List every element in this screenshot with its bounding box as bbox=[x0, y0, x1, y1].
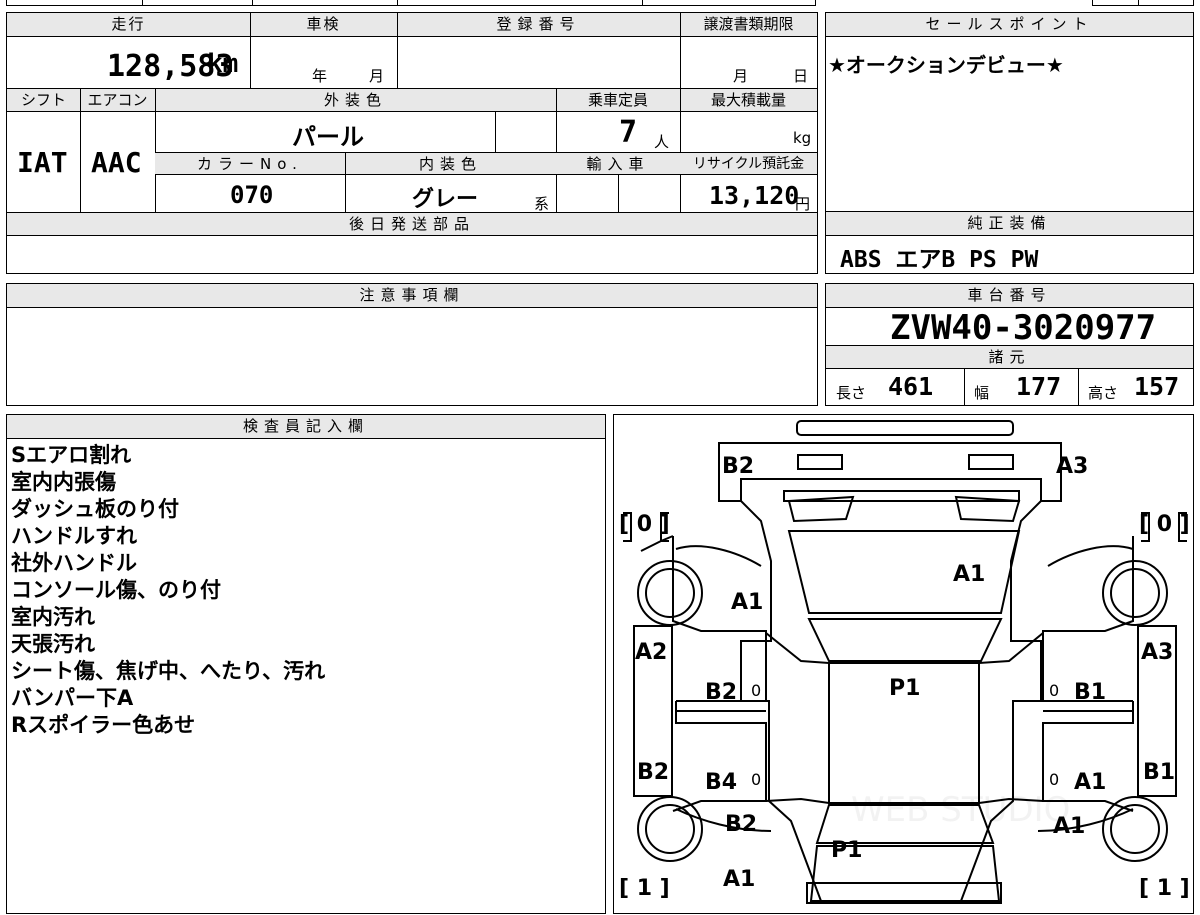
inspector-line: 社外ハンドル bbox=[11, 551, 137, 575]
tire-rear-left: [ 1 ] bbox=[619, 876, 670, 901]
height-label: 高さ bbox=[1088, 384, 1119, 402]
inspector-line: Sエアロ割れ bbox=[11, 443, 132, 467]
mark-roof: P1 bbox=[889, 676, 920, 701]
inspector-line: シート傷、焦げ中、へたり、汚れ bbox=[11, 659, 326, 683]
width-label: 幅 bbox=[974, 384, 990, 402]
caution-header: 注意事項欄 bbox=[7, 284, 817, 308]
mark-right-front-edge: A3 bbox=[1141, 640, 1173, 665]
mark-left-front-door: B2 bbox=[705, 680, 737, 705]
sales-point-header: セールスポイント bbox=[826, 13, 1193, 37]
recycle-header: リサイクル預託金 bbox=[680, 152, 817, 175]
later-parts-header: 後日発送部品 bbox=[7, 213, 817, 236]
length-value: 461 bbox=[888, 372, 934, 401]
chassis-box: 車台番号 ZVW40-3020977 諸元 長さ 461 幅 177 高さ 15… bbox=[825, 283, 1194, 406]
mark-trunk: P1 bbox=[831, 838, 862, 863]
mileage-unit: km bbox=[207, 49, 239, 79]
shift-header: シフト bbox=[7, 89, 80, 112]
max-load-unit: kg bbox=[793, 129, 812, 147]
inspector-line: ハンドルすれ bbox=[11, 524, 137, 548]
interior-color-suffix: 系 bbox=[534, 195, 550, 213]
car-diagram-box: [ 0 ] [ 0 ] [ 1 ] [ 1 ] B2 A3 A1 A1 A2 B… bbox=[613, 414, 1194, 914]
mark-right-rear-door: A1 bbox=[1074, 770, 1106, 795]
interior-color-value: グレー bbox=[412, 187, 479, 212]
inspector-line: バンパー下A bbox=[11, 686, 134, 710]
chassis-number: ZVW40-3020977 bbox=[890, 308, 1157, 348]
top-strip-right bbox=[1092, 0, 1194, 6]
registration-header: 登録番号 bbox=[397, 13, 680, 37]
sales-point-box: セールスポイント ★オークションデビュー★ bbox=[825, 12, 1194, 212]
mark-left-front-edge: A2 bbox=[635, 640, 667, 665]
top-strip bbox=[6, 0, 816, 6]
inspector-line: ダッシュ板のり付 bbox=[11, 497, 179, 521]
inspector-header: 検査員記入欄 bbox=[7, 415, 605, 439]
capacity-unit: 人 bbox=[654, 133, 670, 151]
capacity-value: 7 bbox=[619, 115, 638, 150]
max-load-header: 最大積載量 bbox=[680, 89, 817, 112]
tire-front-left: [ 0 ] bbox=[619, 512, 670, 537]
shift-value: IAT bbox=[17, 146, 68, 179]
inspector-box: 検査員記入欄 Sエアロ割れ 室内内張傷 ダッシュ板のり付 ハンドルすれ 社外ハン… bbox=[6, 414, 606, 914]
recycle-value: 13,120 bbox=[709, 181, 800, 210]
mark-right-front-door-zero: 0 bbox=[1049, 681, 1059, 700]
color-no-header: カラーNo. bbox=[155, 152, 345, 175]
mileage-header: 走行 bbox=[7, 13, 250, 37]
shaken-month-label: 月 bbox=[369, 67, 385, 85]
watermark: WEB STUDIO bbox=[851, 790, 1070, 830]
mark-front-bumper-right: A3 bbox=[1056, 454, 1088, 479]
chassis-header: 車台番号 bbox=[826, 284, 1193, 308]
mark-left-rear-bottom: A1 bbox=[723, 867, 755, 892]
mark-left-fender: A1 bbox=[731, 590, 763, 615]
inspector-line: コンソール傷、のり付 bbox=[11, 578, 221, 602]
inspector-lines: Sエアロ割れ 室内内張傷 ダッシュ板のり付 ハンドルすれ 社外ハンドル コンソー… bbox=[11, 442, 325, 739]
mark-left-rear-fender: B2 bbox=[725, 812, 757, 837]
ac-value: AAC bbox=[91, 146, 142, 179]
equipment-header: 純正装備 bbox=[826, 212, 1193, 236]
interior-color-header: 内装色 bbox=[345, 152, 556, 175]
shaken-header: 車検 bbox=[250, 13, 397, 37]
exterior-color-header: 外装色 bbox=[155, 89, 556, 112]
import-header: 輸入車 bbox=[556, 152, 680, 175]
tire-rear-right: [ 1 ] bbox=[1139, 876, 1190, 901]
mark-right-rear-door-zero: 0 bbox=[1049, 770, 1059, 789]
main-info-table: 走行 車検 登録番号 譲渡書類期限 128,583 km 年 月 月 日 シフト… bbox=[6, 12, 818, 274]
color-no-value: 070 bbox=[230, 181, 274, 209]
exterior-color-value: パール bbox=[292, 123, 364, 151]
mark-hood: A1 bbox=[953, 562, 985, 587]
length-label: 長さ bbox=[836, 384, 867, 402]
mark-front-bumper-left: B2 bbox=[722, 454, 754, 479]
recycle-unit: 円 bbox=[795, 195, 811, 213]
mark-left-rear-door: B4 bbox=[705, 770, 737, 795]
inspector-line: Rスポイラー色あせ bbox=[11, 713, 196, 737]
width-value: 177 bbox=[1016, 372, 1062, 401]
caution-box: 注意事項欄 bbox=[6, 283, 818, 406]
mark-right-front-door: B1 bbox=[1074, 680, 1106, 705]
transfer-month-label: 月 bbox=[733, 67, 749, 85]
mark-left-rear-edge: B2 bbox=[637, 760, 669, 785]
capacity-header: 乗車定員 bbox=[556, 89, 680, 112]
equipment-items: ABS エアB PS PW bbox=[840, 247, 1039, 273]
inspector-line: 室内汚れ bbox=[11, 605, 95, 629]
mark-left-rear-door-zero: 0 bbox=[751, 770, 761, 789]
tire-front-right: [ 0 ] bbox=[1139, 512, 1190, 537]
car-diagram: [ 0 ] [ 0 ] [ 1 ] [ 1 ] B2 A3 A1 A1 A2 B… bbox=[619, 420, 1190, 904]
spec-header: 諸元 bbox=[826, 345, 1193, 369]
inspector-line: 室内内張傷 bbox=[11, 470, 116, 494]
shaken-year-label: 年 bbox=[312, 67, 328, 85]
equipment-box: 純正装備 ABS エアB PS PW bbox=[825, 211, 1194, 274]
transfer-day-label: 日 bbox=[793, 67, 809, 85]
mark-left-front-door-zero: 0 bbox=[751, 681, 761, 700]
ac-header: エアコン bbox=[80, 89, 155, 112]
mark-right-rear-edge: B1 bbox=[1143, 760, 1175, 785]
height-value: 157 bbox=[1134, 372, 1180, 401]
sales-point-text: ★オークションデビュー★ bbox=[828, 53, 1064, 77]
transfer-deadline-header: 譲渡書類期限 bbox=[680, 13, 817, 37]
inspector-line: 天張汚れ bbox=[11, 632, 95, 656]
